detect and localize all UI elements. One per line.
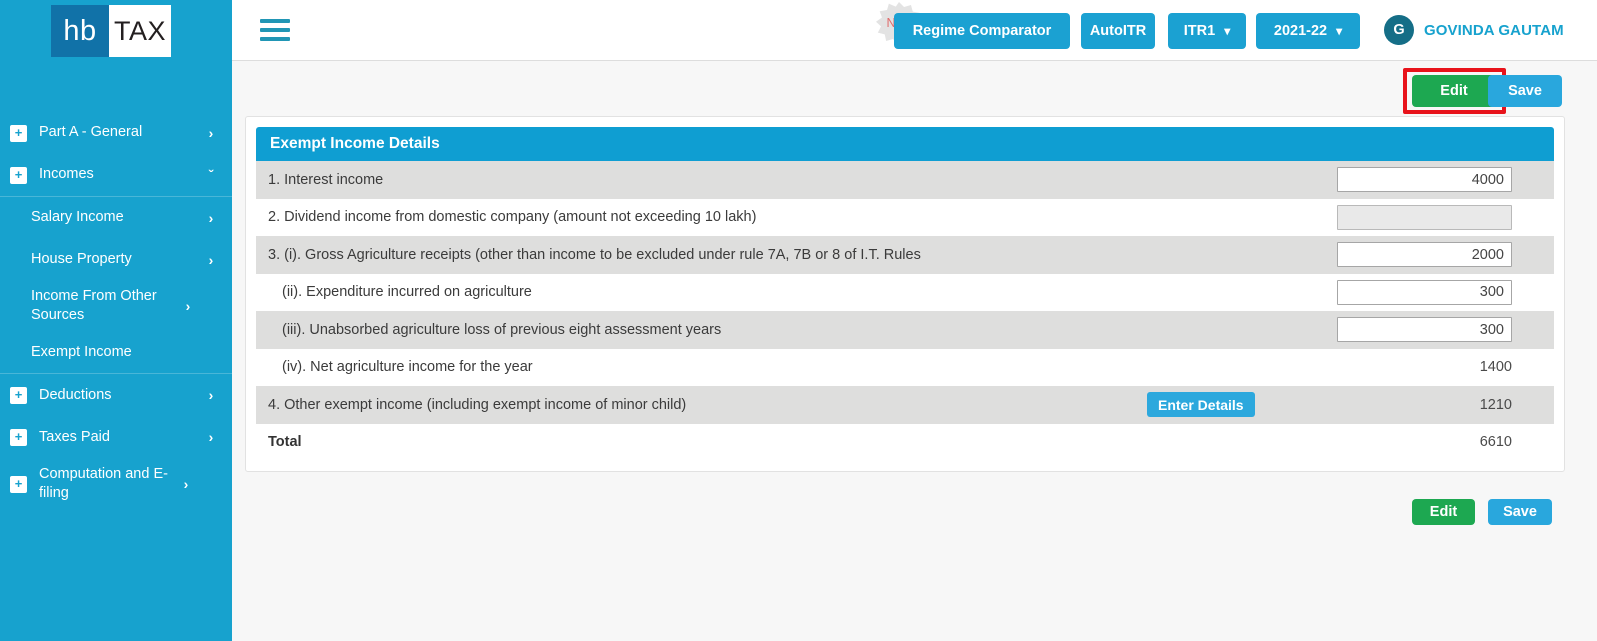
edit-button-bottom[interactable]: Edit [1412, 499, 1475, 525]
hamburger-bar [260, 28, 290, 32]
sidebar-item-income-from-other-sources[interactable]: Income From Other Sources › [0, 281, 232, 331]
plus-icon: + [10, 475, 27, 493]
table-row: 3. (i). Gross Agriculture receipts (othe… [256, 236, 1554, 274]
gross-agriculture-receipts-input[interactable] [1337, 242, 1512, 267]
agriculture-expenditure-input[interactable] [1337, 279, 1512, 305]
sidebar-item-label: Deductions [39, 386, 112, 403]
table-row-total: Total 6610 [256, 423, 1554, 461]
total-value: 6610 [1479, 434, 1512, 451]
table-row: 2. Dividend income from domestic company… [256, 198, 1554, 236]
assessment-year-value: 2021-22 [1273, 23, 1328, 39]
top-bar: New Regime Comparator AutoITR ITR1 ▾ 202… [232, 0, 1597, 61]
bottom-action-bar: Edit Save [232, 486, 1597, 536]
save-button-bottom[interactable]: Save [1488, 499, 1552, 525]
plus-icon: + [10, 124, 27, 142]
sidebar-item-salary-income[interactable]: Salary Income › [0, 197, 232, 239]
chevron-right-icon: › [208, 125, 214, 141]
app-logo[interactable]: hb TAX [51, 5, 171, 57]
sidebar-item-computation-and-e-filing[interactable]: + Computation and E-filing › [0, 458, 232, 510]
plus-icon: + [10, 428, 27, 446]
other-exempt-income-value: 1210 [1479, 396, 1512, 413]
plus-icon: + [10, 386, 27, 404]
sidebar-item-deductions[interactable]: + Deductions › [0, 374, 232, 416]
hamburger-icon[interactable] [260, 19, 290, 41]
chevron-down-icon: ▾ [1224, 24, 1231, 38]
unabsorbed-agriculture-loss-input[interactable] [1337, 317, 1512, 342]
enter-details-button[interactable]: Enter Details [1147, 392, 1255, 417]
autoitr-button[interactable]: AutoITR [1081, 13, 1155, 49]
hamburger-bar [260, 19, 290, 23]
chevron-right-icon: › [208, 252, 214, 268]
edit-button[interactable]: Edit [1412, 75, 1496, 107]
chevron-right-icon: › [208, 210, 214, 226]
sidebar-item-label: Taxes Paid [39, 428, 110, 445]
chevron-right-icon: › [208, 387, 214, 404]
exempt-income-card: Exempt Income Details 1. Interest income… [245, 116, 1565, 472]
sidebar-item-label: House Property [31, 251, 132, 268]
chevron-right-icon: › [208, 429, 214, 446]
sidebar-item-exempt-income[interactable]: Exempt Income [0, 331, 232, 373]
assessment-year-select[interactable]: 2021-22 ▾ [1256, 13, 1360, 49]
logo-tax-text: TAX [109, 5, 171, 57]
sidebar-item-label: Incomes [39, 166, 94, 183]
hamburger-bar [260, 37, 290, 41]
user-menu[interactable]: G GOVINDA GAUTAM [1384, 15, 1564, 45]
sidebar-nav: + Part A - General › + Incomes ˇ Salary … [0, 112, 232, 510]
sidebar-item-label: Exempt Income [31, 343, 132, 360]
avatar: G [1384, 15, 1414, 45]
save-button[interactable]: Save [1488, 75, 1562, 107]
table-row: (iv). Net agriculture income for the yea… [256, 348, 1554, 386]
sidebar-item-incomes[interactable]: + Incomes ˇ [0, 154, 232, 196]
itr-form-value: ITR1 [1183, 23, 1216, 39]
sidebar-item-label: Salary Income [31, 209, 124, 226]
sidebar-item-label: Income From Other Sources [31, 288, 157, 324]
sidebar-item-label: Computation and E-filing [39, 466, 168, 502]
sidebar-item-part-a-general[interactable]: + Part A - General › [0, 112, 232, 154]
sidebar-item-label: Part A - General [39, 124, 143, 141]
sidebar: hb TAX + Part A - General › + Incomes ˇ … [0, 0, 232, 641]
itr-form-select[interactable]: ITR1 ▾ [1168, 13, 1246, 49]
dividend-income-input[interactable] [1337, 204, 1512, 230]
app-root: hb TAX + Part A - General › + Incomes ˇ … [0, 0, 1597, 641]
logo-hb-text: hb [51, 5, 109, 57]
table-row: (iii). Unabsorbed agriculture loss of pr… [256, 311, 1554, 349]
plus-icon: + [10, 166, 27, 184]
interest-income-input[interactable] [1337, 167, 1512, 192]
sidebar-item-house-property[interactable]: House Property › [0, 239, 232, 281]
sidebar-item-taxes-paid[interactable]: + Taxes Paid › [0, 416, 232, 458]
main-content: Edit Save Exempt Income Details 1. Inter… [232, 61, 1597, 641]
chevron-down-icon: ▾ [1336, 24, 1343, 38]
chevron-down-icon: ˇ [208, 167, 214, 183]
table-row: 4. Other exempt income (including exempt… [256, 386, 1554, 424]
user-name-label: GOVINDA GAUTAM [1424, 21, 1564, 39]
regime-comparator-button[interactable]: Regime Comparator [894, 13, 1070, 49]
card-title: Exempt Income Details [256, 127, 1554, 161]
table-row: (ii). Expenditure incurred on agricultur… [256, 273, 1554, 311]
table-row: 1. Interest income [256, 161, 1554, 199]
chevron-right-icon: › [185, 298, 191, 315]
net-agriculture-income-value: 1400 [1479, 359, 1512, 376]
chevron-right-icon: › [183, 476, 189, 493]
